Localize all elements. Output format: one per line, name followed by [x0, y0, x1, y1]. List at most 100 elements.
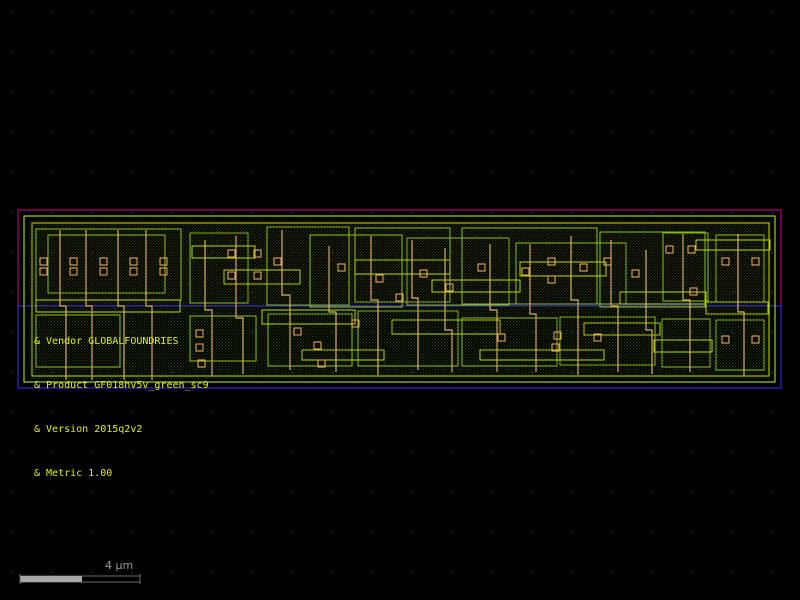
grid-dot: [452, 412, 453, 413]
grid-dot: [12, 332, 13, 333]
grid-dot: [52, 532, 53, 533]
grid-dot: [772, 132, 773, 133]
grid-dot: [652, 532, 653, 533]
grid-dot: [92, 92, 93, 93]
grid-dot: [292, 412, 293, 413]
grid-dot: [692, 92, 693, 93]
grid-dot: [132, 452, 133, 453]
grid-dot: [332, 532, 333, 533]
grid-dot: [452, 452, 453, 453]
grid-dot: [292, 52, 293, 53]
grid-dot: [732, 572, 733, 573]
layout-canvas[interactable]: & Vendor GLOBALFOUNDRIES & Product GF018…: [0, 0, 800, 600]
grid-dot: [332, 572, 333, 573]
grid-dot: [12, 212, 13, 213]
grid-dot: [492, 132, 493, 133]
grid-dot: [412, 452, 413, 453]
grid-dot: [172, 412, 173, 413]
grid-dot: [132, 132, 133, 133]
grid-dot: [772, 492, 773, 493]
grid-dot: [372, 492, 373, 493]
grid-dot: [12, 532, 13, 533]
grid-dot: [532, 532, 533, 533]
grid-dot: [132, 52, 133, 53]
grid-dot: [212, 452, 213, 453]
grid-dot: [652, 492, 653, 493]
grid-dot: [492, 532, 493, 533]
grid-dot: [132, 532, 133, 533]
grid-dot: [12, 92, 13, 93]
grid-dot: [412, 492, 413, 493]
grid-dot: [372, 452, 373, 453]
grid-dot: [612, 12, 613, 13]
grid-dot: [652, 52, 653, 53]
grid-dot: [652, 132, 653, 133]
grid-dot: [12, 412, 13, 413]
grid-dot: [412, 412, 413, 413]
grid-dot: [732, 132, 733, 133]
grid-dot: [492, 12, 493, 13]
grid-dot: [772, 52, 773, 53]
grid-dot: [92, 532, 93, 533]
grid-dot: [212, 412, 213, 413]
grid-dot: [12, 452, 13, 453]
grid-dot: [572, 132, 573, 133]
grid-dot: [612, 132, 613, 133]
grid-dot: [252, 172, 253, 173]
grid-dot: [412, 532, 413, 533]
grid-dot: [452, 12, 453, 13]
grid-dot: [212, 172, 213, 173]
grid-dot: [172, 452, 173, 453]
grid-dot: [252, 132, 253, 133]
grid-dot: [492, 52, 493, 53]
grid-dot: [252, 412, 253, 413]
grid-dot: [252, 532, 253, 533]
grid-dot: [172, 52, 173, 53]
grid-dot: [452, 492, 453, 493]
grid-dot: [212, 492, 213, 493]
grid-dot: [692, 572, 693, 573]
grid-dot: [252, 492, 253, 493]
grid-dot: [572, 172, 573, 173]
grid-dot: [12, 52, 13, 53]
grid-dot: [52, 572, 53, 573]
grid-dot: [572, 412, 573, 413]
grid-dot: [532, 492, 533, 493]
grid-dot: [452, 172, 453, 173]
grid-dot: [332, 172, 333, 173]
grid-dot: [52, 172, 53, 173]
grid-dot: [332, 132, 333, 133]
grid-dot: [572, 52, 573, 53]
grid-dot: [92, 412, 93, 413]
grid-dot: [612, 532, 613, 533]
grid-dot: [332, 412, 333, 413]
scale-bar-label: 4 µm: [105, 559, 134, 572]
grid-dot: [372, 132, 373, 133]
grid-dot: [12, 492, 13, 493]
grid-dot: [532, 52, 533, 53]
grid-dot: [772, 332, 773, 333]
grid-dot: [132, 172, 133, 173]
grid-dot: [332, 492, 333, 493]
grid-dot: [252, 452, 253, 453]
grid-dot: [572, 452, 573, 453]
grid-dot: [12, 172, 13, 173]
grid-dot: [732, 452, 733, 453]
grid-dot: [52, 92, 53, 93]
grid-dot: [492, 452, 493, 453]
grid-dot: [412, 52, 413, 53]
layout-view[interactable]: [0, 0, 800, 600]
grid-dot: [652, 12, 653, 13]
standard-cell-layout[interactable]: [17, 209, 782, 389]
grid-dot: [372, 572, 373, 573]
grid-dot: [332, 92, 333, 93]
grid-dot: [492, 492, 493, 493]
grid-dot: [692, 452, 693, 453]
grid-dot: [12, 292, 13, 293]
grid-dot: [252, 572, 253, 573]
grid-dot: [772, 452, 773, 453]
grid-dot: [652, 92, 653, 93]
grid-dot: [612, 172, 613, 173]
grid-dot: [212, 12, 213, 13]
grid-dot: [732, 52, 733, 53]
